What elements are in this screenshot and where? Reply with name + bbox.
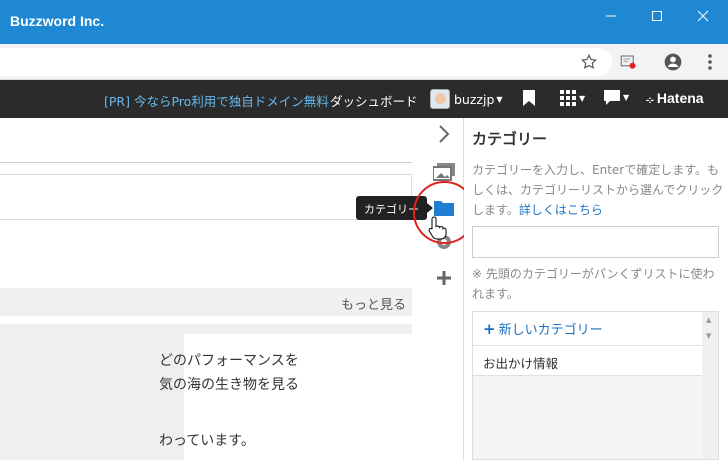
new-category-button[interactable]: + 新しいカテゴリー [473,312,703,346]
preview-area: どのパフォーマンスを 気の海の生き物を見る わっています。 [0,324,412,460]
editor-input-box[interactable] [0,174,412,220]
plus-icon: + [483,319,496,338]
panel-title: カテゴリー [472,130,548,148]
new-category-label: 新しいカテゴリー [498,323,603,338]
address-field[interactable] [0,48,612,76]
caret-down-icon: ▼ [496,94,503,104]
minimize-icon [606,15,616,17]
title-underline [0,162,412,163]
editor-sidebar-toolbar [424,118,464,460]
category-list: + 新しいカテゴリー お出かけ情報 ▲ ▼ [472,311,719,460]
category-panel: カテゴリー カテゴリーを入力し、Enterで確定します。もしくは、カテゴリーリス… [464,118,728,460]
editor-area: もっと見る どのパフォーマンスを 気の海の生き物を見る わっています。 [0,118,424,460]
account-icon[interactable] [661,50,685,74]
avatar [430,89,450,109]
category-input[interactable] [472,226,719,258]
maximize-icon [652,11,662,21]
breadcrumb-note: ※ 先頭のカテゴリーがパンくずリストに使われます。 [472,267,715,301]
window-title: Buzzword Inc. [10,13,105,29]
notification-icon[interactable]: ▼ [604,90,629,105]
window-titlebar: Buzzword Inc. [0,0,728,44]
category-list-scrollbar[interactable]: ▲ ▼ [702,312,718,459]
scroll-down-icon[interactable]: ▼ [706,332,711,340]
close-icon [697,10,709,22]
promo-link[interactable]: [PR] 今ならPro利用で独自ドメイン無料 [104,91,329,110]
category-item[interactable]: お出かけ情報 [473,346,703,376]
more-bar: もっと見る [0,288,412,316]
username: buzzjp [454,91,495,107]
plus-icon[interactable] [432,266,456,290]
caret-down-icon: ▼ [579,93,586,103]
details-link[interactable]: 詳しくはこちら [519,203,603,217]
user-menu[interactable]: buzzjp ▼ [430,89,503,109]
apps-grid-icon[interactable]: ▼ [560,90,585,106]
dashboard-link[interactable]: ダッシュボード [330,91,418,110]
cast-icon[interactable] [616,50,640,74]
preview-line: 気の海の生き物を見る [159,377,299,393]
more-link[interactable]: もっと見る [341,294,406,313]
menu-icon[interactable] [698,50,722,74]
panel-description: カテゴリーを入力し、Enterで確定します。もしくは、カテゴリーリストから選んで… [472,160,724,220]
chevron-right-icon[interactable] [432,122,456,146]
scroll-up-icon[interactable]: ▲ [706,316,711,324]
star-icon[interactable] [577,50,601,74]
preview-line: わっています。 [159,433,255,449]
minimize-button[interactable] [588,0,634,32]
hatena-logo-text: Hatena [656,90,704,106]
caret-down-icon: ▼ [623,93,630,102]
browser-toolbar [0,44,728,80]
close-button[interactable] [680,0,726,32]
hatena-mark-icon: -:- [646,95,654,106]
maximize-button[interactable] [634,0,680,32]
preview-card: どのパフォーマンスを 気の海の生き物を見る わっています。 [159,334,412,460]
hand-cursor-icon [428,216,447,240]
hatena-navbar: [PR] 今ならPro利用で独自ドメイン無料 ダッシュボード buzzjp ▼ … [0,80,728,118]
preview-line: どのパフォーマンスを [159,353,299,369]
bookmark-icon[interactable] [523,90,535,106]
hatena-logo[interactable]: -:- Hatena [646,90,704,106]
